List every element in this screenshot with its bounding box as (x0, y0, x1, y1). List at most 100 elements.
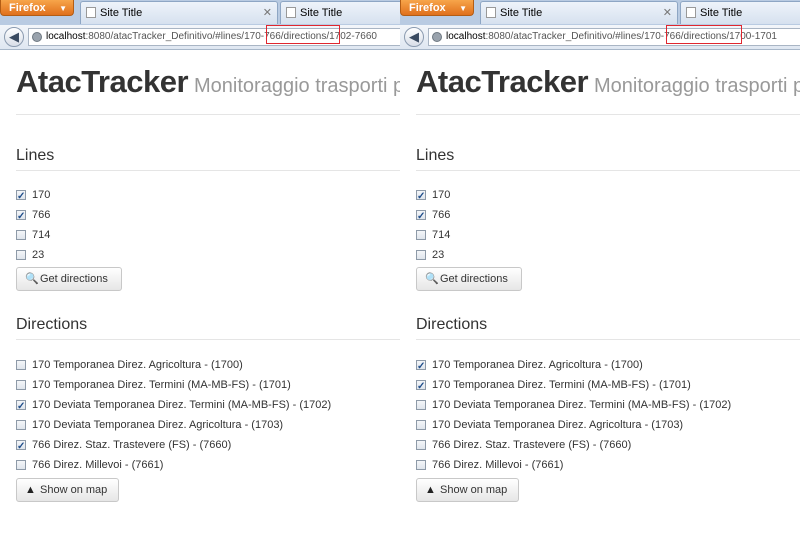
tab-label: Site Title (300, 7, 343, 19)
url-host: localhost (46, 31, 86, 42)
page-header: AtacTracker Monitoraggio trasporti p (416, 64, 800, 100)
page-favicon-icon (686, 7, 696, 18)
directions-divider (16, 339, 400, 340)
tab-strip: Firefox ▼ Site Title ✕ Site Title (0, 0, 400, 26)
direction-checkbox[interactable] (416, 377, 426, 397)
page-title: AtacTracker (416, 64, 589, 99)
page-subtitle: Monitoraggio trasporti p (594, 75, 800, 97)
directions-heading: Directions (16, 316, 88, 333)
close-icon[interactable]: ✕ (663, 2, 672, 24)
get-directions-label: Get directions (440, 273, 508, 285)
direction-checkbox[interactable] (416, 440, 426, 450)
chevron-down-icon: ▼ (59, 4, 67, 13)
page-title: AtacTracker (16, 64, 189, 99)
direction-option-label: 170 Deviata Temporanea Direz. Agricoltur… (432, 419, 684, 431)
show-on-map-label: Show on map (40, 484, 108, 496)
line-option-label: 23 (432, 249, 445, 261)
line-checkbox[interactable] (16, 187, 26, 207)
header-divider (416, 114, 800, 115)
show-on-map-button[interactable]: ▲ Show on map (416, 478, 519, 502)
line-checkbox[interactable] (416, 230, 426, 240)
header-divider (16, 114, 400, 115)
firefox-menu-label: Firefox (409, 2, 446, 14)
show-on-map-button[interactable]: ▲ Show on map (16, 478, 119, 502)
tab-label: Site Title (500, 7, 543, 19)
navigation-bar: ◀ localhost:8080/atacTracker_Definitivo/… (400, 25, 800, 50)
direction-option-label: 766 Direz. Millevoi - (7661) (432, 459, 564, 471)
get-directions-label: Get directions (40, 273, 108, 285)
url-highlight-box (266, 25, 340, 44)
line-option-label: 714 (32, 229, 51, 241)
line-checkbox[interactable] (416, 207, 426, 227)
direction-checkbox[interactable] (16, 380, 26, 390)
url-host: localhost (446, 31, 486, 42)
direction-checkbox[interactable] (416, 420, 426, 430)
direction-option-label: 170 Deviata Temporanea Direz. Agricoltur… (32, 419, 284, 431)
direction-checkbox[interactable] (16, 397, 26, 417)
line-option-label: 170 (32, 189, 51, 201)
line-checkbox[interactable] (416, 187, 426, 207)
back-button[interactable]: ◀ (404, 27, 424, 47)
line-checkbox[interactable] (416, 250, 426, 260)
direction-checkbox[interactable] (16, 420, 26, 430)
lines-divider (416, 170, 800, 171)
tab-strip: Firefox ▼ Site Title ✕ Site Title (400, 0, 800, 26)
direction-option-label: 766 Direz. Staz. Trastevere (FS) - (7660… (32, 439, 232, 451)
address-bar[interactable]: localhost:8080/atacTracker_Definitivo/#l… (28, 28, 400, 46)
navigation-bar: ◀ localhost:8080/atacTracker_Definitivo/… (0, 25, 400, 50)
line-option-label: 170 (432, 189, 451, 201)
search-icon: 🔍 (425, 273, 439, 285)
line-checkbox[interactable] (16, 250, 26, 260)
tab-label: Site Title (100, 7, 143, 19)
directions-divider (416, 339, 800, 340)
back-arrow-icon: ◀ (409, 29, 419, 44)
direction-checkbox[interactable] (16, 360, 26, 370)
direction-option-label: 170 Temporanea Direz. Termini (MA-MB-FS)… (432, 379, 691, 391)
firefox-menu-button[interactable]: Firefox ▼ (400, 0, 474, 16)
direction-checkbox[interactable] (416, 400, 426, 410)
firefox-menu-label: Firefox (9, 2, 46, 14)
direction-checkbox[interactable] (16, 437, 26, 457)
tab-site-title-2[interactable]: Site Title (280, 1, 400, 24)
line-option-label: 766 (32, 209, 51, 221)
browser-window-right: Firefox ▼ Site Title ✕ Site Title ◀ loca… (400, 0, 800, 560)
direction-checkbox[interactable] (416, 460, 426, 470)
get-directions-button[interactable]: 🔍Get directions (16, 267, 122, 291)
address-bar[interactable]: localhost:8080/atacTracker_Definitivo/#l… (428, 28, 800, 46)
page-favicon-icon (286, 7, 296, 18)
browser-window-left: Firefox ▼ Site Title ✕ Site Title ◀ loca… (0, 0, 400, 560)
search-icon: 🔍 (25, 273, 39, 285)
show-on-map-label: Show on map (440, 484, 508, 496)
page-subtitle: Monitoraggio trasporti p (194, 75, 400, 97)
line-checkbox[interactable] (16, 230, 26, 240)
road-icon: ▲ (25, 484, 36, 496)
direction-option-label: 766 Direz. Staz. Trastevere (FS) - (7660… (432, 439, 632, 451)
direction-option-label: 170 Temporanea Direz. Agricoltura - (170… (32, 359, 243, 371)
chevron-down-icon: ▼ (459, 4, 467, 13)
tab-site-title-1[interactable]: Site Title ✕ (80, 1, 278, 24)
tab-site-title-1[interactable]: Site Title ✕ (480, 1, 678, 24)
firefox-menu-button[interactable]: Firefox ▼ (0, 0, 74, 16)
line-checkbox[interactable] (16, 207, 26, 227)
back-button[interactable]: ◀ (4, 27, 24, 47)
get-directions-button[interactable]: 🔍Get directions (416, 267, 522, 291)
road-icon: ▲ (425, 484, 436, 496)
direction-option-label: 170 Deviata Temporanea Direz. Termini (M… (32, 399, 332, 411)
page-favicon-icon (486, 7, 496, 18)
tab-site-title-2[interactable]: Site Title (680, 1, 800, 24)
lines-heading: Lines (416, 147, 455, 164)
line-option-label: 23 (32, 249, 45, 261)
direction-checkbox[interactable] (16, 460, 26, 470)
lines-heading: Lines (16, 147, 55, 164)
line-option-label: 714 (432, 229, 451, 241)
page-favicon-icon (86, 7, 96, 18)
lines-divider (16, 170, 400, 171)
direction-checkbox[interactable] (416, 357, 426, 377)
direction-option-label: 170 Temporanea Direz. Termini (MA-MB-FS)… (32, 379, 291, 391)
back-arrow-icon: ◀ (9, 29, 19, 44)
tab-label: Site Title (700, 7, 743, 19)
close-icon[interactable]: ✕ (263, 2, 272, 24)
line-option-label: 766 (432, 209, 451, 221)
directions-heading: Directions (416, 316, 488, 333)
direction-option-label: 170 Deviata Temporanea Direz. Termini (M… (432, 399, 732, 411)
